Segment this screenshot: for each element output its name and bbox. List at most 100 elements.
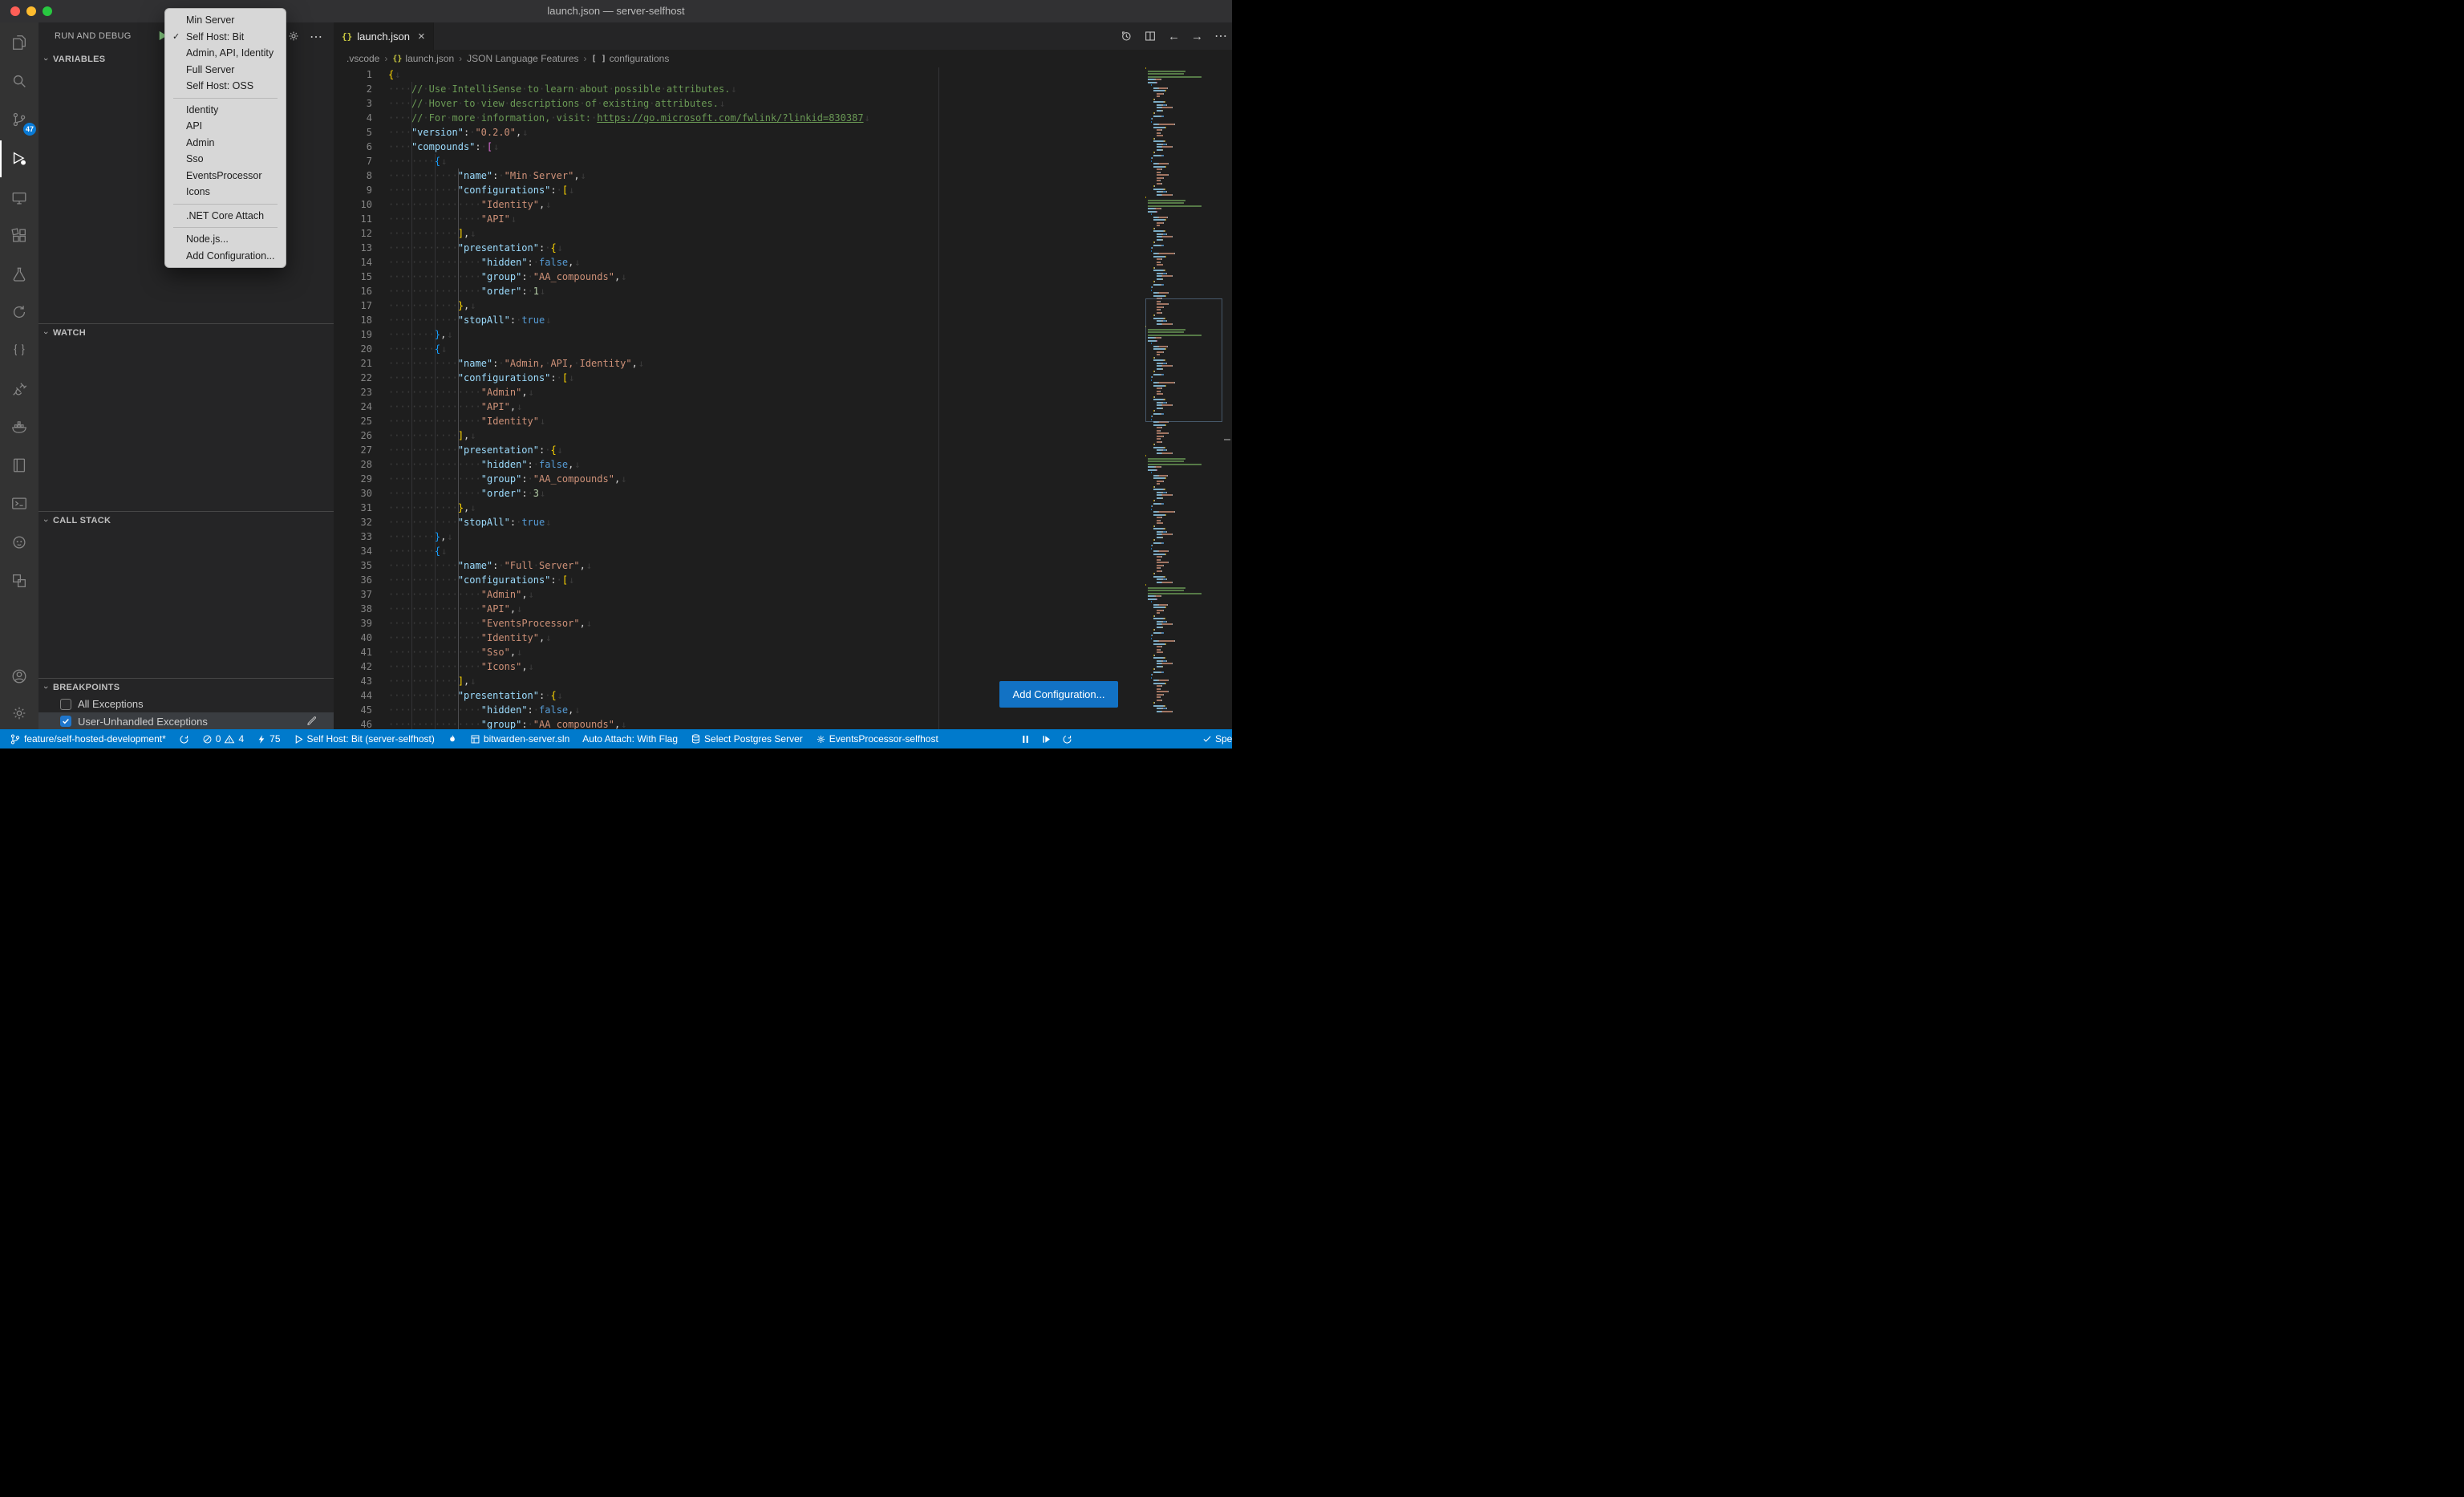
status-debug-config[interactable]: Self Host: Bit (server-selfhost) [289, 729, 440, 748]
line-number: 35 [334, 558, 372, 573]
docker-icon[interactable] [0, 408, 38, 445]
ssh-plug-icon[interactable] [0, 371, 38, 408]
edit-breakpoint-pencil-icon[interactable] [306, 715, 318, 727]
split-editor-icon[interactable] [1144, 30, 1157, 43]
code-line: ····"compounds":·[↓ [388, 140, 1133, 154]
navigate-forward-icon[interactable]: → [1191, 30, 1203, 43]
search-icon[interactable] [0, 63, 38, 99]
code-line: ············"presentation":·{↓ [388, 443, 1133, 457]
line-number: 29 [334, 472, 372, 486]
ai-assistant-icon[interactable] [0, 524, 38, 561]
line-number: 41 [334, 645, 372, 659]
navigate-back-icon[interactable]: ← [1168, 30, 1180, 43]
code-line: ············"stopAll":·true↓ [388, 313, 1133, 327]
notebook-icon[interactable] [0, 447, 38, 484]
breadcrumb-configurations[interactable]: configurations [610, 53, 670, 64]
editor-scrollbar[interactable] [1222, 67, 1232, 729]
launch-settings-gear-icon[interactable] [287, 30, 300, 43]
code-area[interactable]: 1234567891011121314151617181920212223242… [334, 67, 1232, 729]
close-tab-icon[interactable]: × [418, 30, 425, 43]
menu-item[interactable]: ✓Self Host: Bit [165, 29, 286, 46]
menu-item-label: .NET Core Attach [186, 210, 264, 221]
menu-item[interactable]: .NET Core Attach [165, 208, 286, 225]
status-flame-icon[interactable] [443, 729, 462, 748]
status-solution[interactable]: bitwarden-server.sln [465, 729, 574, 748]
status-auto-attach[interactable]: Auto Attach: With Flag [578, 729, 683, 748]
minimap[interactable] [1145, 67, 1222, 729]
tab-label: launch.json [357, 30, 410, 43]
menu-item[interactable]: Full Server [165, 62, 286, 79]
code-line: ········{↓ [388, 544, 1133, 558]
menu-item-label: Sso [186, 153, 204, 164]
code-line: ················"group":·"AA_compounds",… [388, 472, 1133, 486]
line-number: 8 [334, 168, 372, 183]
chevron-right-icon: › [584, 53, 587, 64]
activity-bar: 47 [0, 22, 38, 729]
database-icon [691, 733, 701, 744]
breadcrumb: .vscode › {} launch.json › JSON Language… [334, 50, 1232, 67]
menu-item[interactable]: API [165, 118, 286, 135]
status-bar-left: feature/self-hosted-development* 0 4 75 … [5, 729, 943, 748]
code-line: ················"Identity",↓ [388, 631, 1133, 645]
timeline-history-icon[interactable] [1120, 30, 1133, 43]
breadcrumb-json-language-features[interactable]: JSON Language Features [467, 53, 578, 64]
source-control-icon[interactable]: 47 [0, 101, 38, 138]
menu-item[interactable]: Min Server [165, 12, 286, 29]
menu-item[interactable]: Node.js... [165, 231, 286, 248]
menu-item[interactable]: EventsProcessor [165, 168, 286, 185]
refresh-view-icon[interactable] [0, 294, 38, 331]
account-icon[interactable] [0, 658, 38, 695]
menu-item-label: Node.js... [186, 233, 229, 245]
tab-launch-json[interactable]: {} launch.json × [334, 22, 434, 50]
views-more-actions-icon[interactable]: ⋯ [310, 23, 322, 51]
extensions-icon[interactable] [0, 217, 38, 254]
menu-item[interactable]: Icons [165, 184, 286, 201]
status-events-processor[interactable]: EventsProcessor-selfhost [811, 729, 943, 748]
minimap-viewport[interactable] [1145, 298, 1222, 422]
checkbox-checked[interactable] [60, 716, 71, 727]
layouts-icon[interactable] [0, 562, 38, 599]
status-problems[interactable]: 0 4 [197, 729, 249, 748]
code-line: ····//·Hover·to·view·descriptions·of·exi… [388, 96, 1133, 111]
code-line: ········},↓ [388, 529, 1133, 544]
section-call-stack[interactable]: ›CALL STACK [38, 511, 334, 529]
editor-more-actions-icon[interactable]: ⋯ [1214, 28, 1227, 44]
checkbox-unchecked[interactable] [60, 699, 71, 710]
status-spell-checker[interactable]: Spell [1202, 729, 1232, 748]
breadcrumb-launch-json[interactable]: launch.json [405, 53, 454, 64]
status-postgres[interactable]: Select Postgres Server [686, 729, 808, 748]
status-branch[interactable]: feature/self-hosted-development* [5, 729, 171, 748]
chevron-right-icon: › [384, 53, 387, 64]
git-branch-icon [10, 733, 21, 745]
pause-icon[interactable] [1020, 734, 1031, 744]
menu-item[interactable]: Sso [165, 151, 286, 168]
line-number: 21 [334, 356, 372, 371]
menu-item[interactable]: Admin [165, 135, 286, 152]
explorer-icon[interactable] [0, 24, 38, 61]
line-number: 37 [334, 587, 372, 602]
add-configuration-button[interactable]: Add Configuration... [999, 681, 1118, 708]
line-number: 11 [334, 212, 372, 226]
status-sync-icon[interactable] [174, 729, 194, 748]
section-watch[interactable]: ›WATCH [38, 323, 334, 342]
section-breakpoints[interactable]: ›BREAKPOINTS [38, 678, 334, 696]
manage-gear-icon[interactable] [0, 695, 38, 732]
terminal-icon[interactable] [0, 485, 38, 522]
run-and-debug-icon[interactable] [0, 140, 38, 177]
remote-explorer-icon[interactable] [0, 180, 38, 217]
menu-item[interactable]: Add Configuration... [165, 248, 286, 265]
step-icon[interactable] [1041, 734, 1052, 744]
test-explorer-icon[interactable] [0, 256, 38, 293]
status-count[interactable]: 75 [252, 729, 285, 748]
menu-item[interactable]: Admin, API, Identity [165, 45, 286, 62]
menu-item[interactable]: Self Host: OSS [165, 78, 286, 95]
warning-count: 4 [238, 733, 244, 744]
breadcrumb-vscode[interactable]: .vscode [346, 53, 379, 64]
restart-icon[interactable] [1062, 734, 1072, 744]
menu-item-label: Add Configuration... [186, 250, 275, 262]
breakpoint-user-unhandled[interactable]: User-Unhandled Exceptions [38, 712, 334, 729]
breakpoint-all-exceptions[interactable]: All Exceptions [38, 696, 334, 712]
snippets-icon[interactable] [0, 332, 38, 369]
menu-item[interactable]: Identity [165, 102, 286, 119]
code-line: ················"Identity"↓ [388, 414, 1133, 428]
